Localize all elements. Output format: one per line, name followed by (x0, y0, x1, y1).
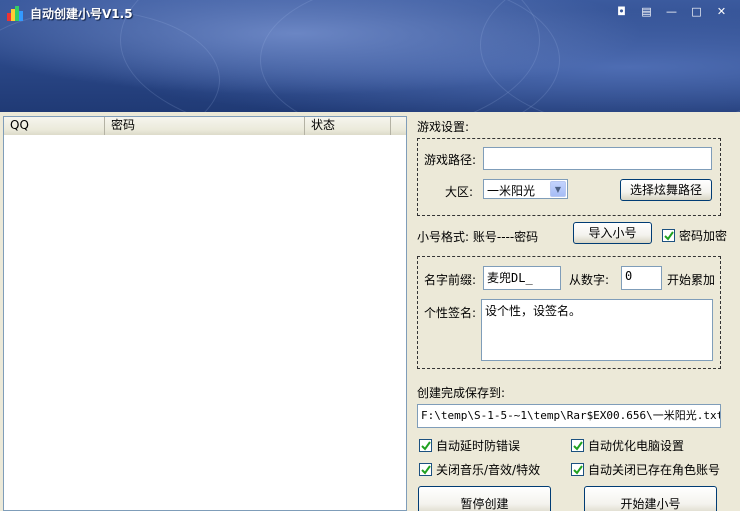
column-header-password[interactable]: 密码 (105, 117, 305, 135)
naming-group: 名字前缀: 麦兜DL_ 从数字: 0 开始累加 个性签名: 设个性，设签名。 (417, 256, 721, 369)
column-header-status[interactable]: 状态 (305, 117, 391, 135)
signature-textarea[interactable]: 设个性，设签名。 (481, 299, 713, 361)
option-close-existing-label: 自动关闭已存在角色账号 (588, 463, 721, 477)
column-header-qq[interactable]: QQ (4, 117, 105, 135)
menu-icon[interactable]: ▤ (636, 3, 657, 19)
increment-label: 开始累加 (667, 273, 716, 287)
settings-panel: 游戏设置: 游戏路径: 大区: 一米阳光 ▼ 选择炫舞路径 小号格式: 账号--… (413, 112, 740, 511)
window-title: 自动创建小号V1.5 (30, 7, 133, 21)
name-prefix-input[interactable]: 麦兜DL_ (483, 266, 561, 290)
password-encrypt-label: 密码加密 (679, 229, 728, 243)
password-encrypt-checkbox[interactable]: 密码加密 (662, 227, 727, 244)
checkbox-box[interactable] (419, 439, 432, 452)
account-format-label: 小号格式: 账号----密码 (417, 230, 539, 244)
game-path-label: 游戏路径: (424, 153, 477, 167)
start-create-button[interactable]: 开始建小号 (584, 486, 717, 511)
checkbox-box[interactable] (662, 229, 675, 242)
game-settings-group: 游戏路径: 大区: 一米阳光 ▼ 选择炫舞路径 (417, 138, 721, 216)
save-to-label: 创建完成保存到: (417, 386, 506, 400)
start-number-label: 从数字: (569, 273, 610, 287)
app-icon (6, 4, 24, 22)
game-path-input[interactable] (483, 147, 712, 170)
signature-label: 个性签名: (424, 306, 477, 320)
region-label: 大区: (445, 185, 474, 199)
skin-icon[interactable]: ◘ (611, 3, 632, 19)
chevron-down-icon[interactable]: ▼ (550, 181, 566, 197)
save-path-input[interactable]: F:\temp\S-1-5-~1\temp\Rar$EX00.656\一米阳光.… (417, 404, 721, 428)
option-auto-delay-label: 自动延时防错误 (436, 439, 521, 453)
region-select[interactable]: 一米阳光 ▼ (483, 179, 568, 199)
title-banner: 自动创建小号V1.5 ◘ ▤ — □ ✕ (0, 0, 740, 112)
minimize-button[interactable]: — (661, 3, 682, 19)
import-accounts-button[interactable]: 导入小号 (573, 222, 652, 244)
checkbox-box[interactable] (419, 463, 432, 476)
option-optimize-pc-checkbox[interactable]: 自动优化电脑设置 (571, 437, 684, 454)
option-close-existing-checkbox[interactable]: 自动关闭已存在角色账号 (571, 461, 720, 478)
game-settings-heading: 游戏设置: (417, 120, 470, 134)
checkbox-box[interactable] (571, 463, 584, 476)
option-mute-checkbox[interactable]: 关闭音乐/音效/特效 (419, 461, 540, 478)
name-prefix-label: 名字前缀: (424, 273, 477, 287)
option-mute-label: 关闭音乐/音效/特效 (436, 463, 541, 477)
start-number-input[interactable]: 0 (621, 266, 662, 290)
close-button[interactable]: ✕ (711, 3, 732, 19)
pause-create-button[interactable]: 暂停创建 (418, 486, 551, 511)
checkbox-box[interactable] (571, 439, 584, 452)
maximize-button[interactable]: □ (686, 3, 707, 19)
option-optimize-pc-label: 自动优化电脑设置 (588, 439, 685, 453)
choose-path-button[interactable]: 选择炫舞路径 (620, 179, 712, 201)
account-list[interactable]: QQ 密码 状态 (3, 116, 407, 511)
region-select-value: 一米阳光 (487, 184, 536, 198)
client-area: QQ 密码 状态 游戏设置: 游戏路径: 大区: 一米阳光 ▼ 选择炫舞路径 小… (0, 112, 740, 511)
option-auto-delay-checkbox[interactable]: 自动延时防错误 (419, 437, 520, 454)
column-header-extra[interactable] (391, 117, 406, 135)
list-header: QQ 密码 状态 (4, 117, 406, 135)
